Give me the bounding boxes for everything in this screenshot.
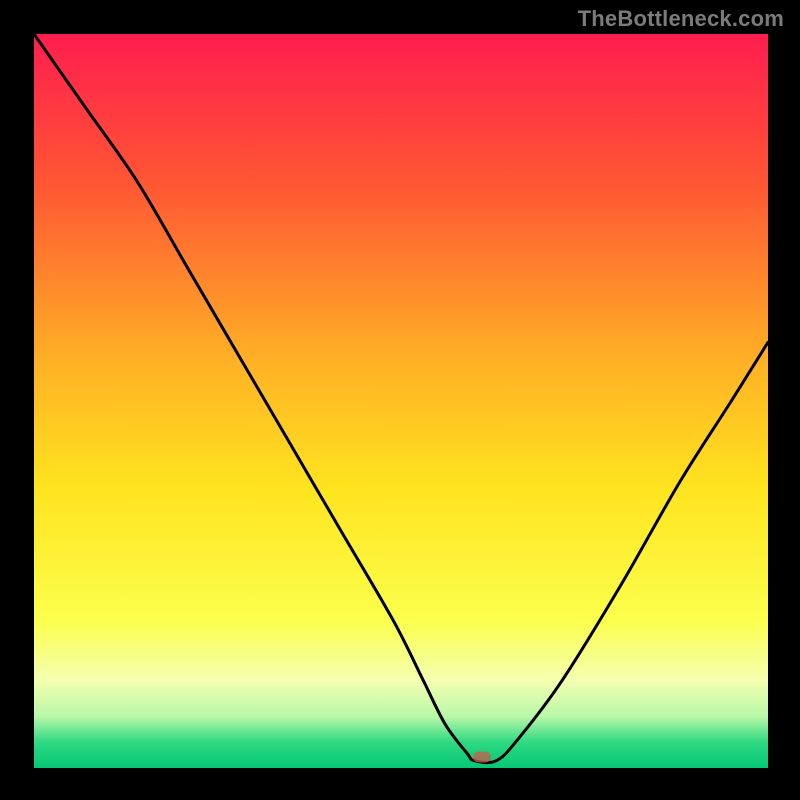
gradient-background	[34, 34, 768, 768]
chart-canvas: TheBottleneck.com	[0, 0, 800, 800]
plot-area	[34, 34, 768, 768]
plot-svg	[34, 34, 768, 768]
watermark: TheBottleneck.com	[578, 6, 784, 32]
optimal-marker	[473, 751, 491, 762]
